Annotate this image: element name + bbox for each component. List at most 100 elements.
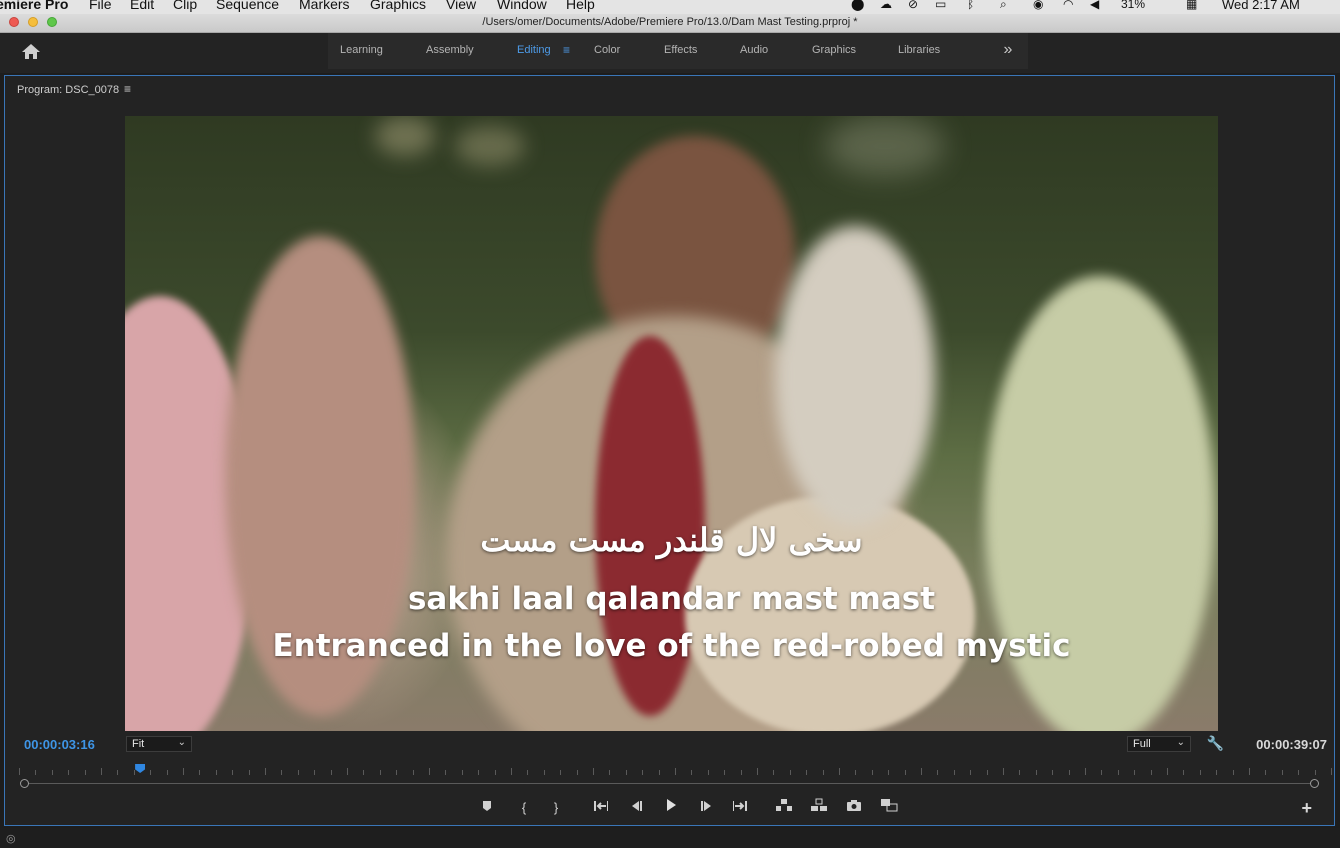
home-icon[interactable] [20,42,42,62]
ruler-tick [658,770,660,775]
ruler-tick [675,768,676,775]
ruler-tick [101,768,102,775]
menu-view[interactable]: View [446,0,476,12]
panel-title[interactable]: Program: DSC_0078 [17,84,119,96]
add-marker-icon[interactable] [477,798,497,818]
status-bar: ◎ [0,828,1340,848]
tab-effects[interactable]: Effects [664,44,697,56]
panel-menu-icon[interactable]: ≡ [124,82,131,96]
ruler-tick [1117,770,1119,775]
menu-window[interactable]: Window [497,0,547,12]
ruler-tick [953,770,955,775]
extract-icon[interactable] [809,798,829,818]
menu-edit[interactable]: Edit [130,0,154,12]
current-timecode[interactable]: 00:00:03:16 [24,737,95,752]
menu-file[interactable]: File [89,0,112,12]
play-icon[interactable] [661,798,681,818]
tab-audio[interactable]: Audio [740,44,768,56]
ruler-tick [412,770,414,775]
ruler-tick [150,770,152,775]
workspace-tabs: Learning Assembly Editing ≡ Color Effect… [328,33,988,69]
comparison-view-icon[interactable] [879,798,899,818]
app-status-icon[interactable]: ◉ [1033,0,1043,11]
button-editor-plus-icon[interactable]: + [1301,798,1312,819]
mark-out-icon[interactable]: } [546,798,566,818]
ruler-tick [789,770,791,775]
ruler-tick [297,770,299,775]
resolution-select[interactable]: Full ⌄ [1127,736,1191,752]
creative-cloud-status-icon[interactable]: ◎ [6,832,18,845]
wifi-icon[interactable]: ◠ [1063,0,1073,11]
settings-wrench-icon[interactable]: 🔧 [1207,735,1224,752]
ruler-tick [839,768,840,775]
ruler-tick [265,768,266,775]
menu-clip[interactable]: Clip [173,0,197,12]
scroll-end-handle[interactable] [1310,779,1319,788]
ruler-tick [1298,770,1300,775]
step-forward-icon[interactable] [697,798,717,818]
clock[interactable]: Wed 2:17 AM [1222,0,1300,12]
zoom-select[interactable]: Fit ⌄ [126,736,192,752]
zoom-scroll-bar[interactable] [24,783,1319,784]
us-flag-icon[interactable]: ▦ [1186,0,1197,11]
more-workspaces-icon[interactable]: » [988,33,1028,69]
time-ruler[interactable] [19,766,1332,776]
go-to-in-icon[interactable] [591,798,611,818]
ruler-tick [511,768,512,775]
bluetooth-icon[interactable]: ᛒ [967,0,974,11]
go-to-out-icon[interactable] [730,798,750,818]
ruler-tick [1232,770,1234,775]
tab-libraries[interactable]: Libraries [898,44,940,56]
ruler-tick [1331,768,1332,775]
ruler-tick [625,770,627,775]
creative-cloud-icon[interactable]: ⬤ [851,0,864,11]
tab-editing[interactable]: Editing [517,44,551,56]
video-frame[interactable]: سخی لال قلندر مست مست sakhi laal qalanda… [125,116,1218,731]
scroll-start-handle[interactable] [20,779,29,788]
subtitle-english: Entranced in the love of the red-robed m… [272,628,1071,664]
step-back-icon[interactable] [626,798,646,818]
ruler-tick [773,770,775,775]
ruler-tick [494,770,496,775]
lift-icon[interactable] [774,798,794,818]
ruler-tick [199,770,201,775]
zoom-value: Fit [132,738,145,750]
menu-sequence[interactable]: Sequence [216,0,279,12]
mark-in-icon[interactable]: { [514,798,534,818]
spotlight-icon[interactable]: ⌕ [1000,0,1007,12]
export-frame-camera-icon[interactable] [844,798,864,818]
ruler-tick [347,768,348,775]
ruler-tick [921,768,922,775]
menu-markers[interactable]: Markers [299,0,350,12]
ruler-tick [1314,770,1316,775]
volume-icon[interactable]: ◀ [1090,0,1099,11]
program-monitor-panel: Program: DSC_0078 ≡ سخی لال قلندر مست مس… [4,75,1335,826]
tab-assembly[interactable]: Assembly [426,44,474,56]
ruler-tick [1265,770,1267,775]
menu-help[interactable]: Help [566,0,595,12]
airplay-icon[interactable]: ▭ [935,0,946,11]
workspace-menu-icon[interactable]: ≡ [563,43,570,57]
ruler-tick [117,770,119,775]
ruler-tick [1019,770,1021,775]
ruler-tick [281,770,283,775]
do-not-disturb-icon[interactable]: ⊘ [908,0,918,11]
tab-learning[interactable]: Learning [340,44,383,56]
ruler-tick [707,770,709,775]
ruler-tick [724,770,726,775]
app-menu[interactable]: emiere Pro [0,0,68,12]
tab-graphics[interactable]: Graphics [812,44,856,56]
tab-color[interactable]: Color [594,44,620,56]
ruler-tick [1134,770,1136,775]
chevron-down-icon: ⌄ [1176,737,1185,748]
ruler-tick [1068,770,1070,775]
chevron-down-icon: ⌄ [177,737,186,748]
ruler-tick [1052,770,1054,775]
ruler-tick [1199,770,1201,775]
ruler-tick [822,770,824,775]
menu-graphics[interactable]: Graphics [370,0,426,12]
cloud-icon[interactable]: ☁ [880,0,892,11]
ruler-tick [429,768,430,775]
subtitle-urdu: سخی لال قلندر مست مست [480,521,863,559]
battery-percent[interactable]: 31% [1121,0,1145,11]
